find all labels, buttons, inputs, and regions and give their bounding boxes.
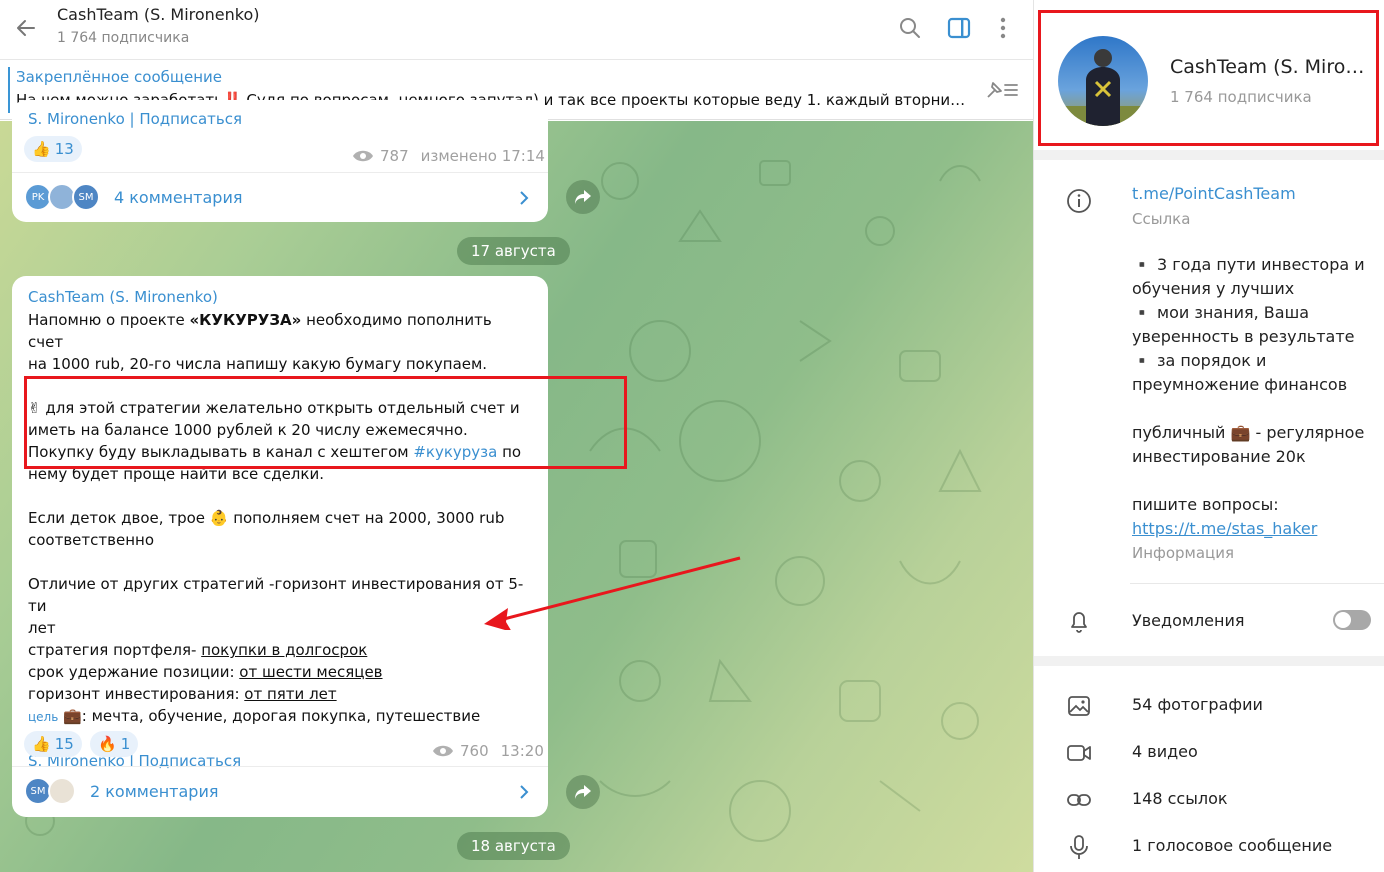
share-arrow-icon bbox=[575, 190, 591, 204]
info-label: Информация bbox=[1132, 544, 1235, 562]
reaction-fire[interactable]: 🔥 1 bbox=[90, 731, 139, 757]
reaction-thumbs-up[interactable]: 👍 13 bbox=[24, 136, 82, 162]
comments-row[interactable]: SM 2 комментария bbox=[12, 766, 548, 816]
divider bbox=[1130, 583, 1384, 584]
message-meta: 787 изменено 17:14 bbox=[352, 147, 545, 165]
chat-header: CashTeam (S. Mironenko) 1 764 подписчика bbox=[0, 0, 1033, 60]
share-button[interactable] bbox=[566, 180, 600, 214]
reaction-count: 15 bbox=[54, 735, 74, 753]
annotation-highlight-box bbox=[1038, 10, 1379, 146]
message-time: 13:20 bbox=[500, 742, 544, 760]
comments-row[interactable]: PK SM 4 комментария bbox=[12, 172, 548, 222]
message-meta: 760 13:20 bbox=[432, 742, 544, 760]
views-count: 760 bbox=[460, 742, 489, 760]
date-separator: 17 августа bbox=[457, 237, 570, 265]
share-arrow-icon bbox=[575, 785, 591, 799]
reaction-thumbs-up[interactable]: 👍 15 bbox=[24, 731, 82, 757]
comments-count[interactable]: 2 комментария bbox=[90, 782, 218, 801]
chat-title[interactable]: CashTeam (S. Mironenko) bbox=[57, 5, 260, 24]
notifications-toggle[interactable] bbox=[1333, 610, 1371, 630]
link-label: Ссылка bbox=[1132, 210, 1191, 228]
reaction-count: 13 bbox=[54, 140, 74, 158]
message-signature-link[interactable]: S. Mironenko | Подписаться bbox=[28, 110, 242, 128]
section-divider bbox=[1034, 656, 1384, 666]
bell-icon bbox=[1064, 606, 1094, 636]
message-bubble-2[interactable]: CashTeam (S. Mironenko) Напомню о проект… bbox=[12, 276, 548, 817]
search-icon[interactable] bbox=[896, 14, 924, 42]
more-vertical-icon[interactable] bbox=[989, 14, 1017, 42]
views-eye-icon bbox=[433, 745, 453, 757]
channel-info-panel: CashTeam (S. Miro… 1 764 подписчика t.me… bbox=[1033, 0, 1384, 872]
pinned-accent-bar bbox=[8, 67, 10, 113]
channel-link[interactable]: t.me/PointCashTeam bbox=[1132, 184, 1296, 203]
chat-subscribers: 1 764 подписчика bbox=[57, 30, 190, 46]
date-separator: 18 августа bbox=[457, 832, 570, 860]
chevron-right-icon bbox=[520, 785, 529, 799]
views-count: 787 bbox=[380, 147, 409, 165]
section-divider bbox=[1034, 150, 1384, 160]
sidebar-toggle-icon[interactable] bbox=[945, 14, 973, 42]
commenter-avatar bbox=[48, 777, 76, 805]
edited-label: изменено 17:14 bbox=[420, 147, 545, 165]
pin-list-icon[interactable] bbox=[984, 77, 1020, 107]
reaction-emoji: 👍 bbox=[32, 735, 51, 753]
reaction-emoji: 👍 bbox=[32, 140, 51, 158]
views-eye-icon bbox=[353, 150, 373, 162]
notifications-label: Уведомления bbox=[1132, 611, 1245, 630]
commenter-avatar: SM bbox=[72, 183, 100, 211]
back-arrow-icon[interactable] bbox=[12, 14, 40, 42]
chevron-right-icon bbox=[520, 191, 529, 205]
photo-icon bbox=[1064, 691, 1094, 721]
contact-link[interactable]: https://t.me/stas_haker bbox=[1132, 517, 1372, 541]
microphone-icon bbox=[1064, 832, 1094, 862]
media-videos[interactable]: 4 видео bbox=[1132, 742, 1198, 761]
share-button[interactable] bbox=[566, 775, 600, 809]
message-author[interactable]: CashTeam (S. Mironenko) bbox=[28, 288, 218, 306]
reaction-emoji: 🔥 bbox=[98, 735, 117, 753]
media-photos[interactable]: 54 фотографии bbox=[1132, 695, 1263, 714]
link-icon bbox=[1064, 785, 1094, 815]
annotation-highlight-box bbox=[24, 376, 627, 469]
annotation-arrow bbox=[484, 556, 741, 630]
media-links[interactable]: 148 ссылок bbox=[1132, 789, 1228, 808]
message-bubble-1[interactable]: S. Mironenko | Подписаться 👍 13 787 изме… bbox=[12, 100, 548, 222]
channel-description: ▪️ 3 года пути инвестора и обучения у лу… bbox=[1132, 253, 1372, 541]
comments-count[interactable]: 4 комментария bbox=[114, 188, 242, 207]
video-icon bbox=[1064, 738, 1094, 768]
reaction-count: 1 bbox=[120, 735, 131, 753]
info-icon bbox=[1064, 186, 1094, 216]
pinned-title: Закреплённое сообщение bbox=[16, 68, 223, 86]
chat-column: CashTeam (S. Mironenko) 1 764 подписчика… bbox=[0, 0, 1033, 872]
media-voice[interactable]: 1 голосовое сообщение bbox=[1132, 836, 1332, 855]
